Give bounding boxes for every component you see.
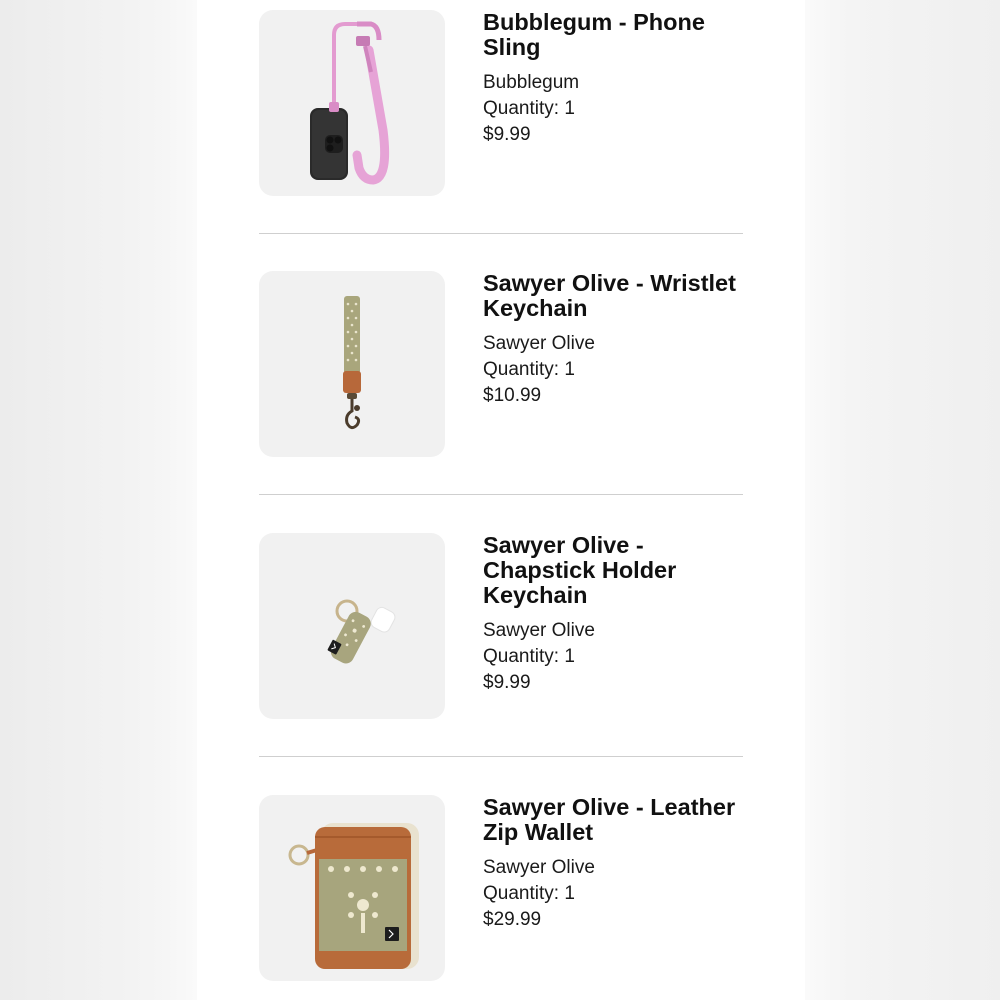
product-image[interactable] [259, 533, 445, 719]
item-title[interactable]: Sawyer Olive - Chapstick Holder Keychain [483, 533, 743, 608]
item-divider [259, 756, 743, 757]
item-variant: Sawyer Olive [483, 620, 595, 641]
item-quantity: Quantity: 1 [483, 98, 575, 119]
item-price: $29.99 [483, 909, 542, 930]
item-price: $10.99 [483, 385, 542, 406]
wristlet-keychain-image [343, 296, 361, 430]
order-item: Sawyer Olive - Chapstick Holder Keychain… [259, 533, 743, 719]
order-item: Bubblegum - Phone Sling Bubblegum Quanti… [259, 10, 743, 196]
item-variant: Sawyer Olive [483, 857, 595, 878]
item-title[interactable]: Sawyer Olive - Leather Zip Wallet [483, 795, 743, 845]
order-item: Sawyer Olive - Wristlet Keychain Sawyer … [259, 271, 743, 457]
chapstick-holder-image [327, 599, 396, 664]
product-image[interactable] [259, 271, 445, 457]
item-quantity: Quantity: 1 [483, 646, 575, 667]
item-info: Sawyer Olive - Leather Zip Wallet Sawyer… [483, 795, 743, 933]
product-image[interactable] [259, 10, 445, 196]
item-title[interactable]: Bubblegum - Phone Sling [483, 10, 743, 60]
item-info: Sawyer Olive - Chapstick Holder Keychain… [483, 533, 743, 696]
item-info: Bubblegum - Phone Sling Bubblegum Quanti… [483, 10, 743, 148]
product-image[interactable] [259, 795, 445, 981]
item-title[interactable]: Sawyer Olive - Wristlet Keychain [483, 271, 743, 321]
item-divider [259, 233, 743, 234]
item-divider [259, 494, 743, 495]
item-quantity: Quantity: 1 [483, 359, 575, 380]
zip-wallet-image [288, 823, 419, 969]
item-price: $9.99 [483, 124, 531, 145]
item-info: Sawyer Olive - Wristlet Keychain Sawyer … [483, 271, 743, 409]
order-item: Sawyer Olive - Leather Zip Wallet Sawyer… [259, 795, 743, 981]
order-items-list: Bubblegum - Phone Sling Bubblegum Quanti… [197, 0, 805, 1000]
item-quantity: Quantity: 1 [483, 883, 575, 904]
phone-sling-image [310, 21, 390, 185]
item-variant: Bubblegum [483, 72, 580, 93]
item-variant: Sawyer Olive [483, 333, 595, 354]
item-price: $9.99 [483, 672, 531, 693]
